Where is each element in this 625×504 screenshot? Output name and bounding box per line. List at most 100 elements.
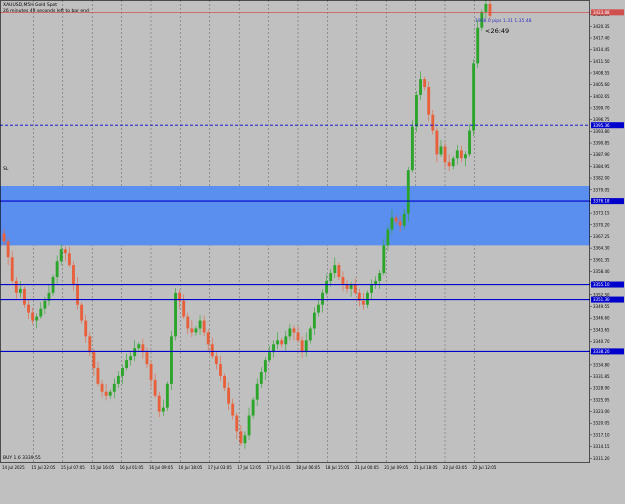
candle-body [35, 316, 39, 321]
candle-body [263, 360, 267, 372]
candle-body [443, 146, 447, 163]
candle-body [206, 332, 210, 345]
candle-body [10, 257, 14, 281]
candle-body [312, 312, 316, 329]
candle-body [349, 284, 353, 289]
candle-body [337, 265, 341, 278]
price-tick-label: 3334.80 [593, 362, 610, 367]
price-tick-label: 3405.60 [593, 82, 610, 87]
candle-body [88, 336, 92, 353]
time-tick-label: 16 Jul 18:05 [178, 465, 202, 470]
candle-body [353, 284, 357, 293]
candle-body [455, 150, 459, 159]
candle-body [406, 170, 410, 214]
price-tick-label: 3414.45 [593, 47, 610, 52]
candle-body [251, 399, 255, 416]
price-tick-label: 3370.20 [593, 222, 610, 227]
price-tick-label: 3367.25 [593, 234, 610, 239]
candle-body [468, 130, 471, 155]
price-tick-label: 3396.75 [593, 117, 610, 122]
candle-body [259, 371, 263, 384]
time-tick-label: 17 Jul 03:05 [208, 465, 232, 470]
candle-body [361, 300, 365, 305]
candle-body [484, 3, 488, 12]
candle-body [292, 328, 296, 333]
candle-body [317, 304, 320, 313]
time-tick-label: 15 Jul 22:05 [31, 465, 55, 470]
candle-body [431, 114, 435, 131]
candle-body [6, 241, 10, 258]
candle-body [370, 284, 373, 293]
candle-body [27, 304, 30, 313]
candle-body [280, 340, 284, 345]
price-tag-label: 3355.10 [593, 282, 610, 287]
time-tick-label: 17 Jul 21:05 [267, 465, 291, 470]
time-tick-label: 21 Jul 00:05 [355, 465, 379, 470]
price-tick-label: 3340.70 [593, 339, 610, 344]
candle-body [276, 340, 280, 345]
candle-body [288, 328, 292, 337]
candle-body [366, 292, 369, 305]
candle-body [333, 265, 337, 274]
time-tick-label: 15 Jul 07:05 [61, 465, 85, 470]
candle-body [378, 273, 382, 281]
candle-body [153, 379, 157, 396]
candle-body [402, 213, 406, 226]
price-chart[interactable]: 14 Jul 2025 15 Jul 22:05 15 Jul 07:05 15 Ju… [0, 0, 625, 500]
candle-body [300, 340, 304, 353]
price-tick-label: 3364.30 [593, 246, 610, 251]
time-tick-label: 22 Jul 03:05 [443, 465, 467, 470]
candle-body [104, 391, 108, 396]
price-tick-label: 3343.65 [593, 327, 610, 332]
price-tick-label: 3311.20 [593, 456, 610, 461]
candle-body [116, 375, 120, 384]
candle-body [170, 336, 173, 384]
price-tag-label: 3395.36 [593, 123, 610, 128]
price-tick-label: 3417.40 [593, 35, 610, 40]
price-tick-label: 3320.05 [593, 421, 610, 426]
price-tick-label: 3379.05 [593, 187, 610, 192]
candle-body [161, 407, 165, 412]
candle-body [80, 304, 84, 321]
candle-body [296, 332, 300, 341]
time-tick-label: 16 Jul 01:05 [120, 465, 144, 470]
time-tick-label: 14 Jul 2025 [2, 465, 25, 470]
candle-body [100, 383, 104, 392]
candle-body [476, 27, 480, 64]
candle-body [214, 356, 218, 365]
candle-body [18, 288, 22, 293]
candle-body [247, 415, 251, 436]
price-tick-label: 3346.60 [593, 316, 610, 321]
time-tick-label: 18 Jul 06:05 [296, 465, 320, 470]
candle-body [439, 146, 443, 155]
price-tick-label: 3358.40 [593, 269, 610, 274]
price-tick-label: 3325.95 [593, 397, 610, 402]
candle-body [72, 265, 75, 285]
bid-info-label: 1908.0 pips 1.31 1.35.48 [475, 19, 532, 24]
candle-body [329, 273, 333, 281]
candle-body [472, 63, 476, 131]
candle-body [410, 126, 414, 171]
price-tick-label: 3399.70 [593, 106, 610, 111]
candle-body [345, 284, 349, 289]
candle-body [108, 391, 112, 396]
price-tick-label: 3402.65 [593, 94, 610, 99]
price-tick-label: 3328.90 [593, 386, 610, 391]
candle-body [14, 280, 18, 293]
sl-label: SL [3, 167, 9, 172]
candle-body [325, 280, 329, 293]
candle-body [235, 415, 239, 432]
countdown-label: <26:49 [485, 27, 510, 35]
chart-area[interactable]: 14 Jul 2025 15 Jul 22:05 15 Jul 07:05 15 Ju… [0, 0, 625, 500]
order-label: BUY 1.6 3339.55 [3, 456, 41, 461]
candle-body [129, 356, 133, 361]
candle-body [125, 360, 128, 369]
candle-body [488, 3, 492, 16]
candle-body [308, 328, 312, 341]
candle-body [84, 320, 88, 337]
candle-body [137, 344, 141, 349]
candle-body [157, 395, 161, 412]
price-tag-label: 3423.88 [593, 10, 610, 15]
candle-body [133, 348, 137, 357]
candle-body [451, 158, 455, 167]
